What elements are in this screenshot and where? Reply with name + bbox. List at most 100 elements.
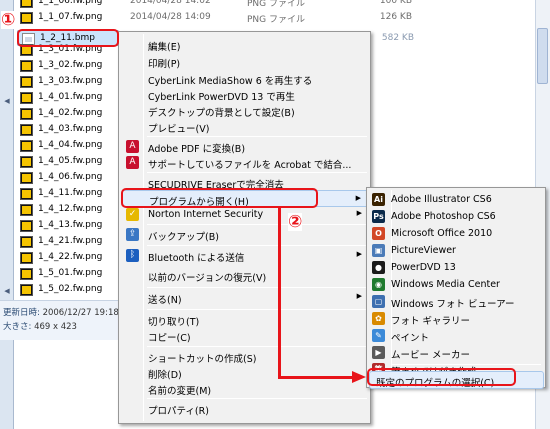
context-menu-item[interactable]: A Adobe PDF に変換(B) [121,138,369,155]
size-label: 大きさ: [3,322,32,332]
menu-separator [147,398,367,399]
context-menu-item[interactable]: 送る(N) ▶ [121,289,369,306]
submenu-item-label: ペイント [391,333,430,344]
file-name: 1_4_03.fw.png [38,124,103,134]
context-menu-item[interactable]: プロパティ(R) [121,400,369,417]
file-row[interactable]: 1_1_06.fw.png 2014/04/28 14:02 PNG ファイル 100… [16,0,536,10]
photoshop-icon: Ps [372,210,385,223]
context-menu-item[interactable]: 名前の変更(M) [121,380,369,397]
context-menu-item[interactable]: 印刷(P) [121,53,369,70]
file-name: 1_4_01.fw.png [38,92,103,102]
menu-item-label: 削除(D) [148,370,182,381]
context-menu-item[interactable]: ⇪ バックアップ(B) [121,226,369,243]
fw-png-icon [20,188,33,200]
step1-highlight-box [17,29,119,47]
file-name: 1_4_22.fw.png [38,252,103,262]
menu-item-label: コピー(C) [148,333,191,344]
submenu-item[interactable]: ▣ PictureViewer [369,242,544,260]
photo-gallery-icon: ✿ [372,312,385,325]
adobe-pdf-icon: A [126,140,139,153]
modified-label: 更新日時: [3,308,40,318]
submenu-item-label: Windows Media Center [391,279,500,290]
context-menu-item[interactable]: ᛒ Bluetooth による送信 ▶ [121,247,369,264]
connector-arrowhead [352,371,366,383]
size-value: 469 x 423 [34,322,77,332]
media-center-icon: ◉ [372,278,385,291]
submenu-item[interactable]: Ai Adobe Illustrator CS6 [369,191,544,209]
menu-separator [147,287,367,288]
fw-png-icon [20,0,33,8]
file-name: 1_4_04.fw.png [38,140,103,150]
file-name: 1_1_06.fw.png [38,0,103,6]
submenu-arrow-icon: ▶ [355,194,361,202]
file-size: 100 KB [379,0,412,6]
photo-viewer-icon: ▢ [372,295,385,308]
fw-png-icon [20,124,33,136]
submenu-item-label: Adobe Illustrator CS6 [391,194,492,205]
scrollbar-thumb[interactable] [537,28,548,84]
modified-value: 2006/12/27 19:18 [42,308,119,318]
submenu-item[interactable]: O Microsoft Office 2010 [369,225,544,243]
submenu-item[interactable]: ✎ ペイント [369,327,544,345]
details-pane: 更新日時: 2006/12/27 19:18 大きさ: 469 x 423 [0,300,119,340]
context-menu-item[interactable]: プレビュー(V) [121,118,369,135]
file-size: 126 KB [379,12,412,22]
fw-png-icon [20,92,33,104]
submenu-item[interactable]: Ps Adobe Photoshop CS6 [369,208,544,226]
submenu-item[interactable]: ✿ フォト ギャラリー [369,310,544,328]
menu-separator [147,172,367,173]
step2-highlight-box [121,188,318,208]
submenu-arrow-icon: ▶ [356,250,362,258]
context-menu-item[interactable]: デスクトップの背景として設定(B) [121,102,369,119]
file-name: 1_4_12.fw.png [38,204,103,214]
menu-item-label: Adobe PDF に変換(B) [148,144,246,155]
context-menu-item[interactable]: A サポートしているファイルを Acrobat で結合... [121,154,369,171]
file-name: 1_5_02.fw.png [38,284,103,294]
file-row[interactable]: 1_1_07.fw.png 2014/04/28 14:09 PNG ファイル 126… [16,10,536,26]
fw-png-icon [20,204,33,216]
context-menu-item[interactable]: 切り取り(T) [121,311,369,328]
connector-line [278,376,358,379]
submenu-item-label: PowerDVD 13 [391,262,456,273]
pane-arrow-icon[interactable]: ◀ [2,96,12,106]
menu-item-label: CyberLink MediaShow 6 を再生する [148,76,313,87]
modified-date-row: 更新日時: 2006/12/27 19:18 [3,306,119,318]
fw-png-icon [20,140,33,152]
bluetooth-icon: ᛒ [126,249,139,262]
file-name: 1_4_02.fw.png [38,108,103,118]
submenu-item[interactable]: ▢ Windows フォト ビューアー [369,293,544,311]
movie-maker-icon: ▶ [372,346,385,359]
submenu-item[interactable]: ◉ Windows Media Center [369,276,544,294]
context-menu-item[interactable]: CyberLink PowerDVD 13 で再生 [121,86,369,103]
context-menu-item[interactable]: ✓ Norton Internet Security ▶ [121,206,369,223]
menu-item-label: 印刷(P) [148,59,181,70]
menu-item-label: CyberLink PowerDVD 13 で再生 [148,92,295,103]
file-name: 1_4_05.fw.png [38,156,103,166]
fw-png-icon [20,156,33,168]
context-menu-item[interactable]: CyberLink MediaShow 6 を再生する [121,70,369,87]
file-name: 1_4_21.fw.png [38,236,103,246]
menu-item-label: バックアップ(B) [148,232,219,243]
menu-item-label: Bluetooth による送信 [148,253,245,264]
context-menu-item[interactable]: ショートカットの作成(S) [121,348,369,365]
pane-arrow-icon[interactable]: ◀ [2,286,12,296]
navigation-pane[interactable]: ◀ ◀ [0,0,14,429]
fw-png-icon [20,284,33,296]
submenu-item-label: フォト ギャラリー [391,316,471,327]
menu-item-label: 名前の変更(M) [148,386,212,397]
submenu-arrow-icon: ▶ [356,209,362,217]
file-date: 2014/04/28 14:02 [130,0,211,6]
file-name: 1_1_07.fw.png [38,12,103,22]
fw-png-icon [20,236,33,248]
file-date: 2014/04/28 14:09 [130,12,211,22]
context-menu-item[interactable]: 編集(E) [121,36,369,53]
file-name: 1_4_11.fw.png [38,188,103,198]
context-menu-item[interactable]: コピー(C) [121,327,369,344]
submenu-item[interactable]: ● PowerDVD 13 [369,259,544,277]
menu-separator [147,224,367,225]
file-name: 1_4_06.fw.png [38,172,103,182]
submenu-item[interactable]: ▶ ムービー メーカー [369,344,544,362]
context-menu-item[interactable]: 以前のバージョンの復元(V) [121,267,369,284]
open-with-submenu: Ai Adobe Illustrator CS6 Ps Adobe Photoshop… [366,187,546,389]
submenu-arrow-icon: ▶ [356,292,362,300]
